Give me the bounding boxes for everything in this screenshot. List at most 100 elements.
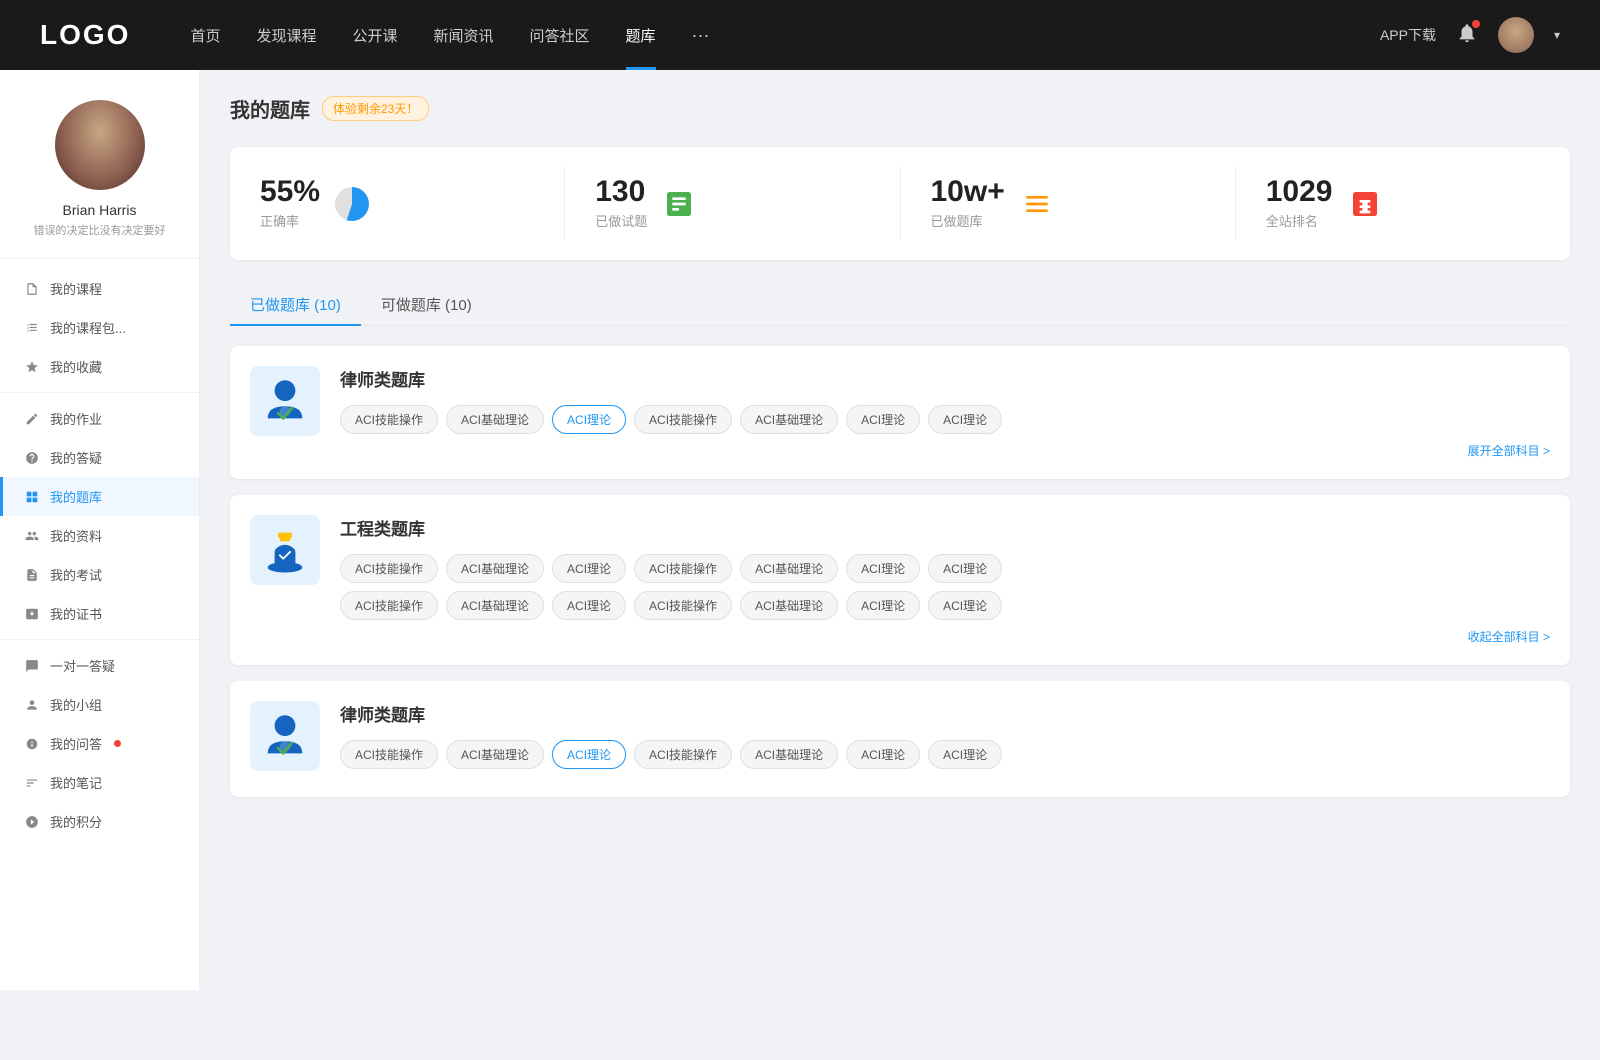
stat-accuracy-text: 55% 正确率 [260,177,320,230]
bank-card-lawyer-body-2: 律师类题库 ACI技能操作 ACI基础理论 ACI理论 ACI技能操作 ACI基… [340,701,1550,777]
nav-news[interactable]: 新闻资讯 [434,25,494,46]
tag-eng-0-5[interactable]: ACI理论 [846,554,920,583]
stat-ranking-value: 1029 [1266,177,1333,207]
sidebar-item-my-course[interactable]: 我的课程 [0,269,199,308]
sidebar-item-question-bank[interactable]: 我的题库 [0,477,199,516]
bank-card-engineer: 工程类题库 ACI技能操作 ACI基础理论 ACI理论 ACI技能操作 ACI基… [230,495,1570,665]
tag-lawyer-1-2[interactable]: ACI理论 [552,405,626,434]
bank-card-engineer-icon [250,515,320,585]
tag-lawyer-2-3[interactable]: ACI技能操作 [634,740,732,769]
tag-eng-0-6[interactable]: ACI理论 [928,554,1002,583]
sidebar-divider-2 [0,639,199,640]
sidebar-item-course-package[interactable]: 我的课程包... [0,308,199,347]
tag-eng-1-6[interactable]: ACI理论 [928,591,1002,620]
pie-chart [335,187,369,221]
sidebar-item-certificate-label: 我的证书 [50,604,102,623]
tag-eng-1-3[interactable]: ACI技能操作 [634,591,732,620]
stat-ranking: 1029 全站排名 [1236,167,1570,240]
question-icon [24,450,40,466]
tab-available-label: 可做题库 (10) [381,297,472,314]
note-icon [24,775,40,791]
stats-row: 55% 正确率 130 已做试题 10w+ [230,147,1570,260]
tag-eng-1-0[interactable]: ACI技能操作 [340,591,438,620]
tag-eng-1-4[interactable]: ACI基础理论 [740,591,838,620]
nav-question-bank[interactable]: 题库 [626,25,656,46]
nav-home[interactable]: 首页 [190,25,220,46]
nav-qa[interactable]: 问答社区 [530,25,590,46]
avatar-chevron[interactable]: ▾ [1554,28,1560,42]
bank-card-lawyer-tags-2: ACI技能操作 ACI基础理论 ACI理论 ACI技能操作 ACI基础理论 AC… [340,740,1550,769]
tab-done[interactable]: 已做题库 (10) [230,284,361,325]
sidebar-item-notes[interactable]: 我的笔记 [0,763,199,802]
sidebar-item-materials[interactable]: 我的资料 [0,516,199,555]
sidebar-item-group-label: 我的小组 [50,695,102,714]
app-download-link[interactable]: APP下载 [1380,25,1436,45]
logo[interactable]: LOGO [40,19,130,51]
tag-lawyer-1-6[interactable]: ACI理论 [928,405,1002,434]
stat-done-banks: 10w+ 已做题库 [901,167,1236,240]
tag-eng-0-2[interactable]: ACI理论 [552,554,626,583]
nav-open-course[interactable]: 公开课 [352,25,397,46]
sidebar-item-exam[interactable]: 我的考试 [0,555,199,594]
sidebar-avatar [55,100,145,190]
tag-eng-1-2[interactable]: ACI理论 [552,591,626,620]
trial-badge: 体验剩余23天！ [322,96,429,121]
page-title: 我的题库 [230,94,310,123]
tag-eng-0-3[interactable]: ACI技能操作 [634,554,732,583]
chat-icon [24,658,40,674]
sidebar-item-certificate[interactable]: 我的证书 [0,594,199,633]
sidebar-item-question-bank-label: 我的题库 [50,487,102,506]
tag-eng-1-5[interactable]: ACI理论 [846,591,920,620]
sidebar-user-name: Brian Harris [20,202,179,218]
tag-lawyer-2-1[interactable]: ACI基础理论 [446,740,544,769]
tab-done-label: 已做题库 (10) [250,297,341,314]
tag-eng-0-4[interactable]: ACI基础理论 [740,554,838,583]
group-icon [24,697,40,713]
accuracy-pie-icon [332,184,372,224]
tag-lawyer-1-3[interactable]: ACI技能操作 [634,405,732,434]
qa-notification-dot [114,740,121,747]
tag-lawyer-2-2[interactable]: ACI理论 [552,740,626,769]
sidebar-item-collection[interactable]: 我的收藏 [0,347,199,386]
user-avatar[interactable] [1498,17,1534,53]
banks-icon [1017,184,1057,224]
sidebar-item-my-qa[interactable]: 我的答疑 [0,438,199,477]
stat-done-banks-label: 已做题库 [931,211,1005,230]
tag-lawyer-2-4[interactable]: ACI基础理论 [740,740,838,769]
tag-eng-0-0[interactable]: ACI技能操作 [340,554,438,583]
notification-bell[interactable] [1456,22,1478,49]
tag-lawyer-1-0[interactable]: ACI技能操作 [340,405,438,434]
sidebar-item-group[interactable]: 我的小组 [0,685,199,724]
sidebar-item-course-package-label: 我的课程包... [50,318,126,337]
tag-lawyer-1-5[interactable]: ACI理论 [846,405,920,434]
bank-card-lawyer-icon-1 [250,366,320,436]
expand-link-1[interactable]: 展开全部科目 > [340,442,1550,459]
stat-done-questions: 130 已做试题 [565,167,900,240]
question-bank-tabs: 已做题库 (10) 可做题库 (10) [230,284,1570,326]
sidebar: Brian Harris 错误的决定比没有决定要好 我的课程 我的课程包... [0,70,200,990]
tag-eng-1-1[interactable]: ACI基础理论 [446,591,544,620]
sidebar-item-notes-label: 我的笔记 [50,773,102,792]
tag-eng-0-1[interactable]: ACI基础理论 [446,554,544,583]
sidebar-item-qa[interactable]: 我的问答 [0,724,199,763]
tag-lawyer-2-5[interactable]: ACI理论 [846,740,920,769]
collapse-link[interactable]: 收起全部科目 > [340,628,1550,645]
sidebar-user-motto: 错误的决定比没有决定要好 [20,222,179,238]
tag-lawyer-1-1[interactable]: ACI基础理论 [446,405,544,434]
sidebar-item-points[interactable]: 我的积分 [0,802,199,841]
sidebar-item-homework[interactable]: 我的作业 [0,399,199,438]
tab-available[interactable]: 可做题库 (10) [361,284,492,325]
page-layout: Brian Harris 错误的决定比没有决定要好 我的课程 我的课程包... [0,70,1600,990]
sidebar-item-1v1-qa[interactable]: 一对一答疑 [0,646,199,685]
sidebar-item-1v1-qa-label: 一对一答疑 [50,656,115,675]
stat-ranking-text: 1029 全站排名 [1266,177,1333,230]
nav-more[interactable]: ··· [692,25,710,46]
tag-lawyer-2-0[interactable]: ACI技能操作 [340,740,438,769]
edit-icon [24,411,40,427]
nav-discover[interactable]: 发现课程 [256,25,316,46]
tag-lawyer-1-4[interactable]: ACI基础理论 [740,405,838,434]
tag-lawyer-2-6[interactable]: ACI理论 [928,740,1002,769]
stat-done-questions-value: 130 [595,177,647,207]
star-icon [24,359,40,375]
questions-icon [659,184,699,224]
